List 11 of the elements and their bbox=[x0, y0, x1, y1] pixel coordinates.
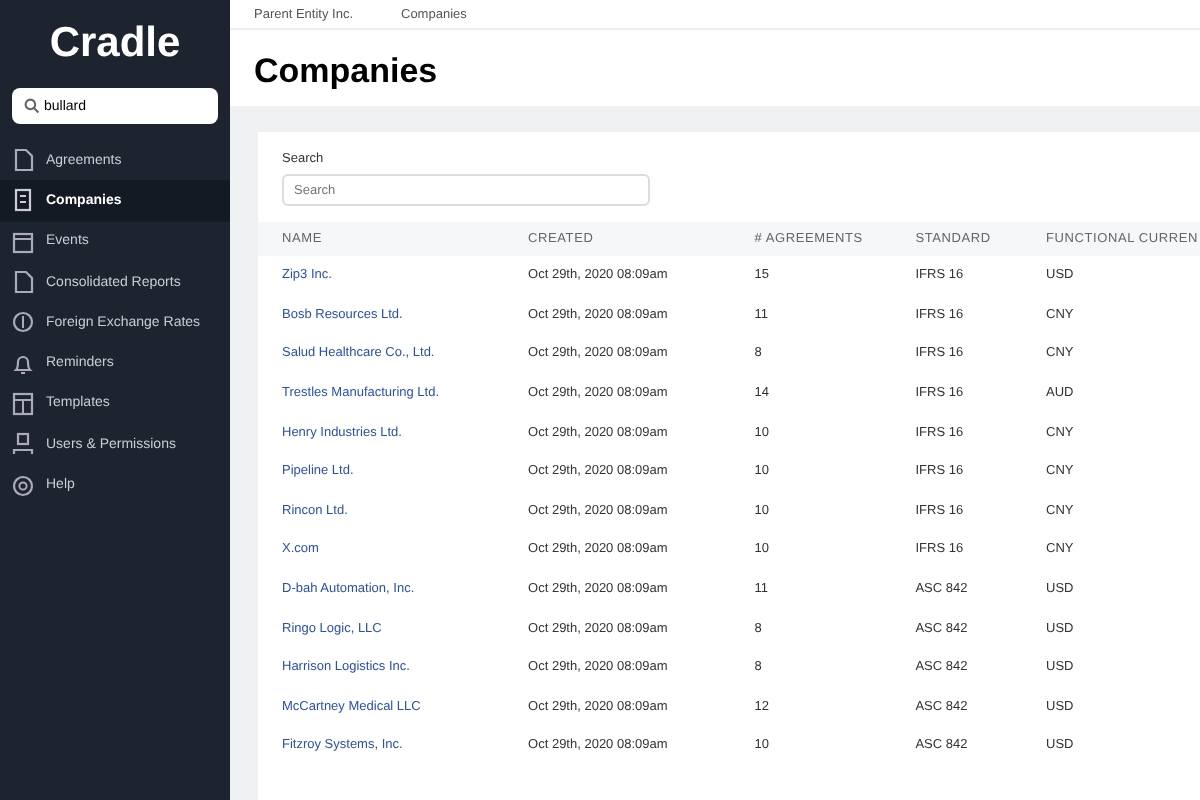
app-logo: Cradle bbox=[47, 18, 183, 70]
building-icon bbox=[12, 188, 34, 213]
bell-icon bbox=[12, 351, 34, 376]
document-icon bbox=[12, 148, 34, 173]
calendar-icon bbox=[12, 229, 34, 254]
coin-icon bbox=[12, 310, 34, 335]
help-icon bbox=[12, 473, 34, 498]
template-icon bbox=[12, 391, 34, 416]
search-icon bbox=[24, 98, 40, 114]
page-title: Companies bbox=[252, 50, 440, 94]
document-icon bbox=[12, 270, 34, 295]
